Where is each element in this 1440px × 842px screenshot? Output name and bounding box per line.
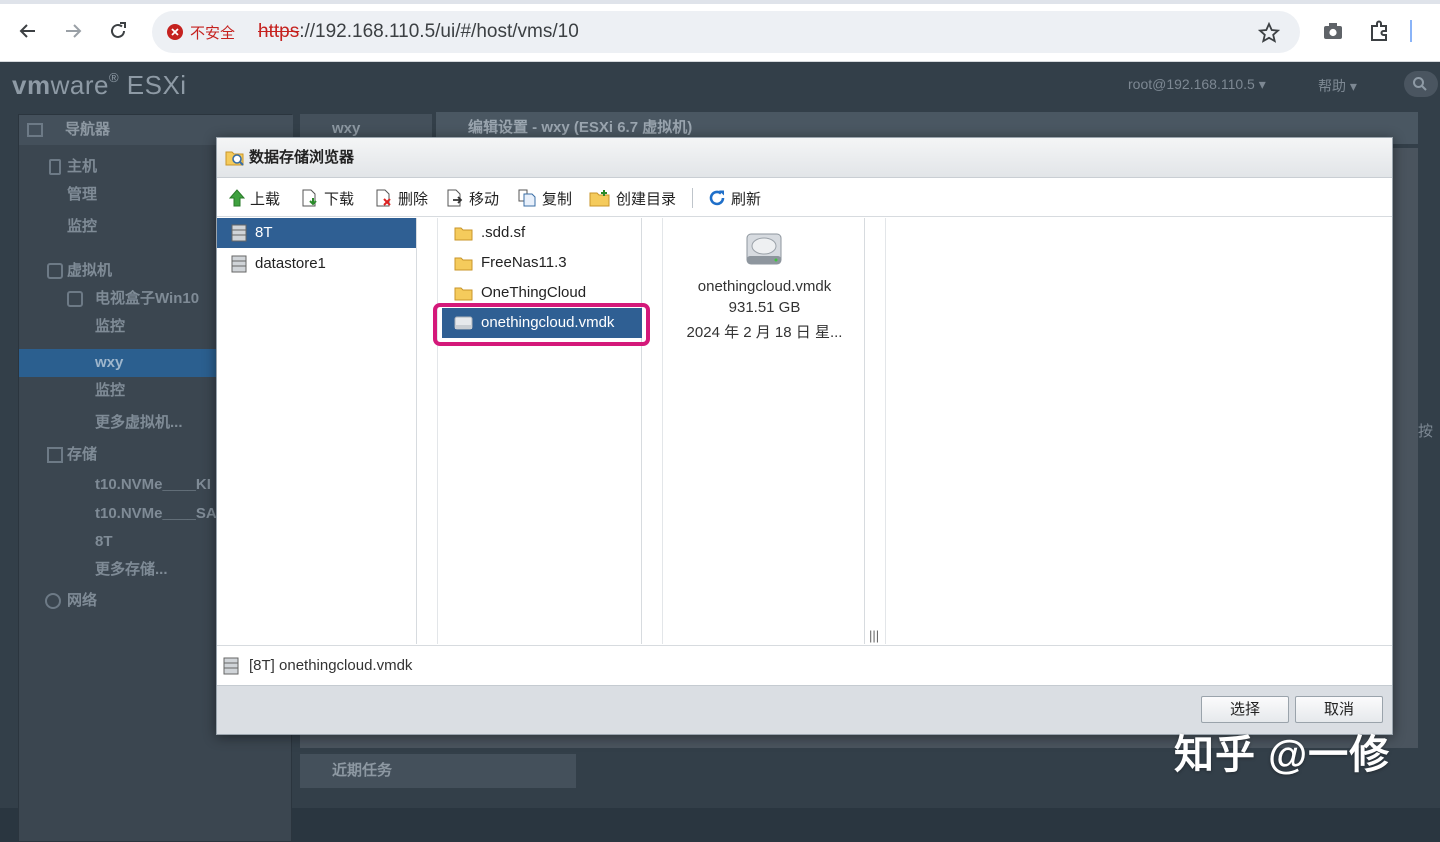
reload-button[interactable] [101,14,135,48]
dialog-toolbar: 上载 下载 删除 移动 复制 创建目录 刷新 [217,179,1392,217]
download-label: 下载 [324,190,355,208]
folder-icon [454,227,473,240]
copy-file-icon [518,189,536,207]
back-arrow-icon [19,24,35,38]
column-gap [417,218,437,644]
address-bar[interactable]: 不安全 https://192.168.110.5/ui/#/host/vms/… [152,11,1300,53]
delete-button[interactable]: 删除 [375,179,428,217]
storage-icon [47,447,63,463]
create-directory-button[interactable]: 创建目录 [589,179,676,217]
nav-host-label: 主机 [67,158,98,175]
new-folder-icon [589,190,610,207]
empty-column [885,218,1392,644]
security-indicator[interactable]: 不安全 [166,19,235,45]
network-icon [45,593,61,609]
vm-icon [67,291,83,307]
dialog-title: 数据存储浏览器 [249,149,355,166]
dialog-status-bar: [8T] onethingcloud.vmdk [217,645,1392,685]
datastore-label: 8T [255,224,273,241]
zhihu-watermark: 知乎 @一修 [1174,733,1391,777]
folder-contents-column: .sdd.sf FreeNas11.3 OneThingCloud onethi… [437,218,654,644]
camera-icon [1324,23,1342,39]
folder-item-sdd-sf[interactable]: .sdd.sf [438,218,642,248]
download-file-icon [302,189,317,207]
esxi-search-button[interactable] [1404,71,1438,97]
folder-label: FreeNas11.3 [481,254,567,271]
back-button[interactable] [11,14,45,48]
toolbar-divider [1410,20,1412,42]
delete-file-icon [376,189,391,207]
datastore-browser-dialog: 数据存储浏览器 上载 下载 删除 移动 复制 创建目录 刷新 8T datast… [216,137,1393,735]
vmware-esxi-logo: vmware® ESXi [12,70,187,100]
move-file-icon [447,189,463,207]
extensions-button[interactable] [1368,19,1392,43]
brand-product: ESXi [126,70,187,100]
security-label: 不安全 [190,24,236,42]
refresh-label: 刷新 [731,190,762,208]
bookmark-star-button[interactable] [1258,22,1280,44]
copy-label: 复制 [542,190,573,208]
brand-ware: ware [50,70,109,100]
upload-arrow-icon [229,189,245,207]
download-button[interactable]: 下载 [301,179,354,217]
datastore-browser-icon [225,149,245,167]
help-menu[interactable]: 帮助 ▾ [1318,76,1357,96]
screenshot-button[interactable] [1322,20,1344,42]
dialog-titlebar: 数据存储浏览器 [217,138,1392,178]
column-gap [642,218,662,644]
create-directory-label: 创建目录 [616,190,677,208]
selected-path: [8T] onethingcloud.vmdk [249,657,413,674]
side-fragment-text: 按 [1418,423,1434,440]
browser-tab-strip [0,0,1440,4]
detail-file-date: 2024 年 2 月 18 日 星... [686,324,843,341]
datastore-icon [231,224,247,242]
datastore-list-column: 8T datastore1 ||| [217,218,431,644]
folder-item-freenas[interactable]: FreeNas11.3 [438,248,642,278]
refresh-button[interactable]: 刷新 [708,179,761,217]
detail-file-name: onethingcloud.vmdk [697,278,832,295]
toolbar-separator [692,188,693,208]
recent-tasks-tab[interactable]: 近期任务 [300,754,576,788]
search-icon [1413,77,1427,91]
delete-label: 删除 [398,190,429,208]
datastore-icon [231,255,247,273]
not-secure-icon [167,24,183,40]
brand-vm: vm [12,70,51,100]
folder-icon [454,287,473,300]
star-icon [1258,22,1280,43]
user-menu[interactable]: root@192.168.110.5 ▾ [1128,76,1266,93]
vms-icon [47,263,63,279]
browser-toolbar: 不安全 https://192.168.110.5/ui/#/host/vms/… [0,0,1440,62]
forward-button[interactable] [56,14,90,48]
datastore-icon [223,657,239,675]
select-button[interactable]: 选择 [1201,696,1289,723]
refresh-icon [709,190,725,206]
folder-icon [454,257,473,270]
reload-icon [111,22,126,38]
upload-label: 上载 [250,190,281,208]
url-protocol: https [258,21,300,42]
cancel-button[interactable]: 取消 [1295,696,1383,723]
navigator-icon [27,123,43,137]
move-label: 移动 [469,190,500,208]
forward-arrow-icon [66,24,82,38]
datastore-item-datastore1[interactable]: datastore1 [217,249,416,279]
upload-button[interactable]: 上载 [229,179,280,217]
url-text[interactable]: https://192.168.110.5/ui/#/host/vms/10 [258,11,579,53]
move-button[interactable]: 移动 [446,179,499,217]
url-path: ://192.168.110.5/ui/#/host/vms/10 [299,21,579,42]
detail-file-size: 931.51 GB [728,299,801,316]
folder-label: .sdd.sf [481,224,526,241]
column-resize-grip[interactable]: ||| [869,628,879,644]
file-details-column: onethingcloud.vmdk 931.51 GB 2024 年 2 月 … [662,218,879,644]
virtual-disk-large-icon [745,232,783,268]
datastore-item-8t[interactable]: 8T [217,218,416,248]
host-icon [49,159,61,175]
puzzle-icon [1371,20,1387,41]
selection-highlight-annotation [433,303,650,346]
copy-button[interactable]: 复制 [517,179,572,217]
datastore-label: datastore1 [255,255,326,272]
